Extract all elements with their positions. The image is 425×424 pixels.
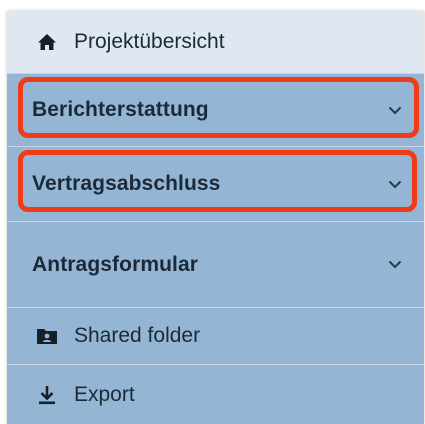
sidebar-item-label: Vertragsabschluss: [32, 172, 221, 195]
sidebar-item-shared-folder[interactable]: Shared folder: [7, 308, 424, 365]
sidebar-item-label: Antragsformular: [32, 252, 199, 276]
chevron-down-icon[interactable]: [386, 256, 404, 274]
chevron-down-icon[interactable]: [386, 175, 404, 193]
chevron-down-icon[interactable]: [386, 101, 404, 119]
sidebar-item-label: Berichterstattung: [32, 98, 209, 121]
sidebar-item-vertragsabschluss[interactable]: Vertragsabschluss: [7, 147, 424, 222]
sidebar-item-label: Export: [74, 382, 135, 406]
sidebar-item-antragsformular[interactable]: Antragsformular: [7, 222, 424, 308]
sidebar-item-label: Projektübersicht: [74, 30, 225, 53]
home-icon: [36, 31, 58, 53]
sidebar-item-label: Shared folder: [74, 324, 201, 347]
page: Projektübersicht Berichterstattung Vertr…: [0, 0, 425, 424]
sidebar-menu: Projektübersicht Berichterstattung Vertr…: [7, 11, 424, 424]
sidebar-item-projektuebersicht[interactable]: Projektübersicht: [7, 11, 424, 74]
download-icon: [36, 384, 58, 406]
sidebar-item-berichterstattung[interactable]: Berichterstattung: [7, 74, 424, 147]
sidebar-item-export[interactable]: Export: [7, 365, 424, 424]
shared-folder-icon: [36, 325, 58, 347]
